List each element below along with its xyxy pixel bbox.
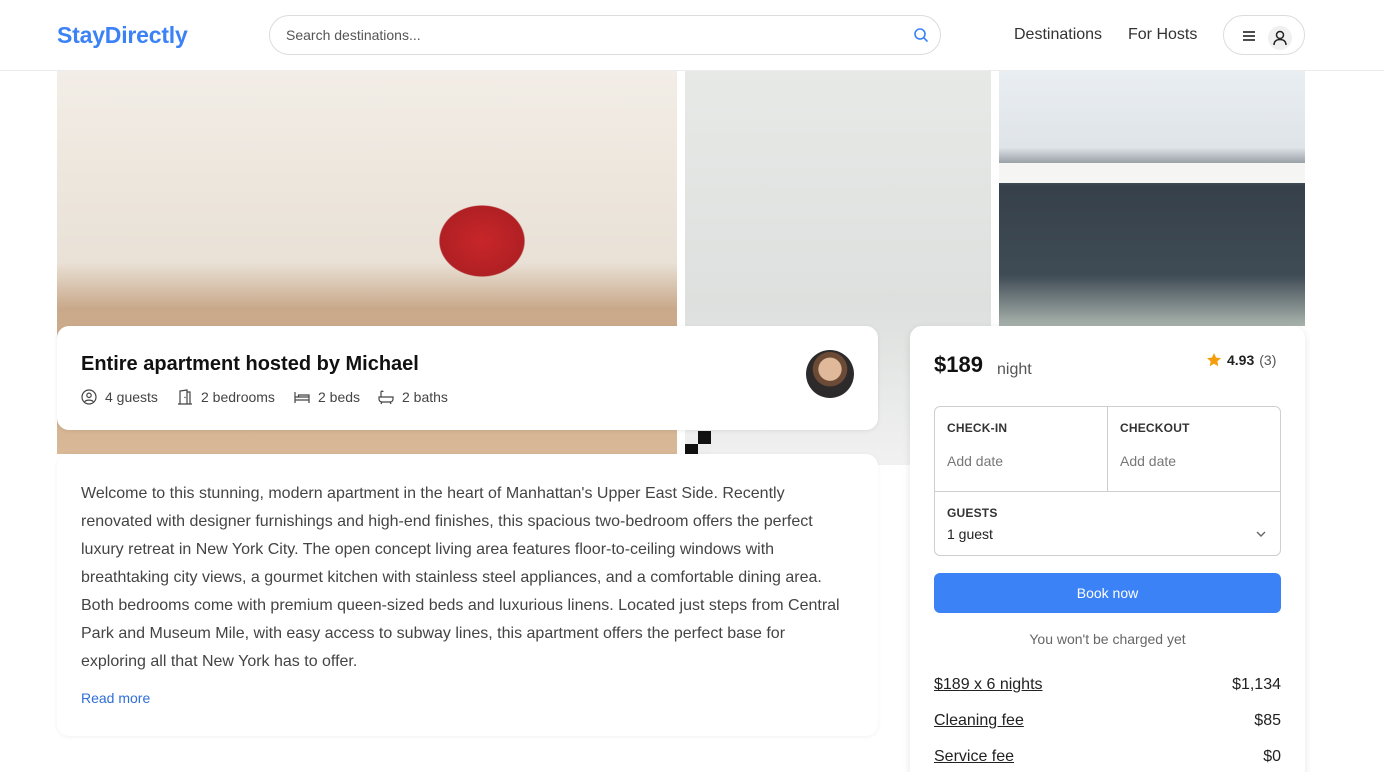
listing-summary-card: Entire apartment hosted by Michael 4 gue… (57, 326, 878, 430)
checkin-input[interactable]: Add date (947, 453, 1003, 469)
fee-amount: $1,134 (1232, 676, 1281, 693)
fee-amount: $0 (1263, 748, 1281, 765)
chevron-down-icon[interactable] (1254, 527, 1268, 541)
user-menu-button[interactable] (1223, 15, 1305, 55)
listing-description-card: Welcome to this stunning, modern apartme… (57, 454, 878, 736)
fee-row-cleaning: Cleaning fee $85 (934, 712, 1281, 734)
rating-score: 4.93 (1227, 352, 1255, 368)
fee-label[interactable]: Service fee (934, 748, 1014, 766)
fee-amount: $85 (1254, 712, 1281, 729)
user-icon (1268, 26, 1292, 50)
host-avatar[interactable] (806, 350, 854, 398)
checkin-label: CHECK-IN (947, 421, 1008, 435)
fee-row-nights: $189 x 6 nights $1,134 (934, 676, 1281, 698)
booking-card: $189 night 4.93 (3) CHECK-IN Add date CH… (910, 326, 1305, 772)
price-unit: night (997, 361, 1032, 378)
nav-destinations-link[interactable]: Destinations (1014, 26, 1102, 44)
fee-row-service: Service fee $0 (934, 748, 1281, 770)
guests-icon (81, 389, 97, 405)
listing-title: Entire apartment hosted by Michael (81, 353, 419, 375)
guests-select[interactable]: 1 guest (947, 526, 993, 542)
star-icon (1207, 353, 1221, 367)
feature-baths-label: 2 baths (402, 389, 448, 405)
site-header: StayDirectly Destinations For Hosts (0, 0, 1384, 71)
search-bar[interactable] (269, 15, 941, 55)
bed-icon (294, 392, 310, 403)
feature-guests: 4 guests (81, 387, 158, 407)
feature-beds-label: 2 beds (318, 389, 361, 405)
checkout-label: CHECKOUT (1120, 421, 1190, 435)
read-more-link[interactable]: Read more (81, 690, 150, 706)
checkout-input[interactable]: Add date (1120, 453, 1176, 469)
guests-divider (935, 491, 1280, 492)
feature-bedrooms-label: 2 bedrooms (201, 389, 275, 405)
menu-icon (1243, 31, 1255, 41)
logo[interactable]: StayDirectly (57, 22, 188, 49)
search-icon[interactable] (913, 27, 929, 43)
listing-description: Welcome to this stunning, modern apartme… (81, 485, 840, 670)
rating[interactable]: 4.93 (3) (1206, 352, 1276, 368)
date-divider (1107, 407, 1108, 492)
fee-label[interactable]: $189 x 6 nights (934, 676, 1043, 694)
listing-photo-exterior[interactable] (999, 71, 1305, 326)
feature-baths: 2 baths (378, 387, 448, 407)
no-charge-note: You won't be charged yet (1029, 631, 1186, 647)
nav-hosts-link[interactable]: For Hosts (1128, 26, 1197, 44)
feature-beds: 2 beds (294, 387, 360, 407)
feature-bedrooms: 2 bedrooms (177, 387, 275, 407)
fee-label[interactable]: Cleaning fee (934, 712, 1024, 730)
book-now-button[interactable]: Book now (934, 573, 1281, 613)
nightly-price: $189 (934, 352, 983, 377)
guests-label: GUESTS (947, 506, 998, 520)
search-input[interactable] (286, 16, 886, 54)
booking-form: CHECK-IN Add date CHECKOUT Add date GUES… (934, 406, 1281, 556)
bedroom-icon (178, 389, 192, 405)
feature-guests-label: 4 guests (105, 389, 158, 405)
bath-icon (378, 390, 394, 405)
review-count: (3) (1259, 352, 1277, 368)
